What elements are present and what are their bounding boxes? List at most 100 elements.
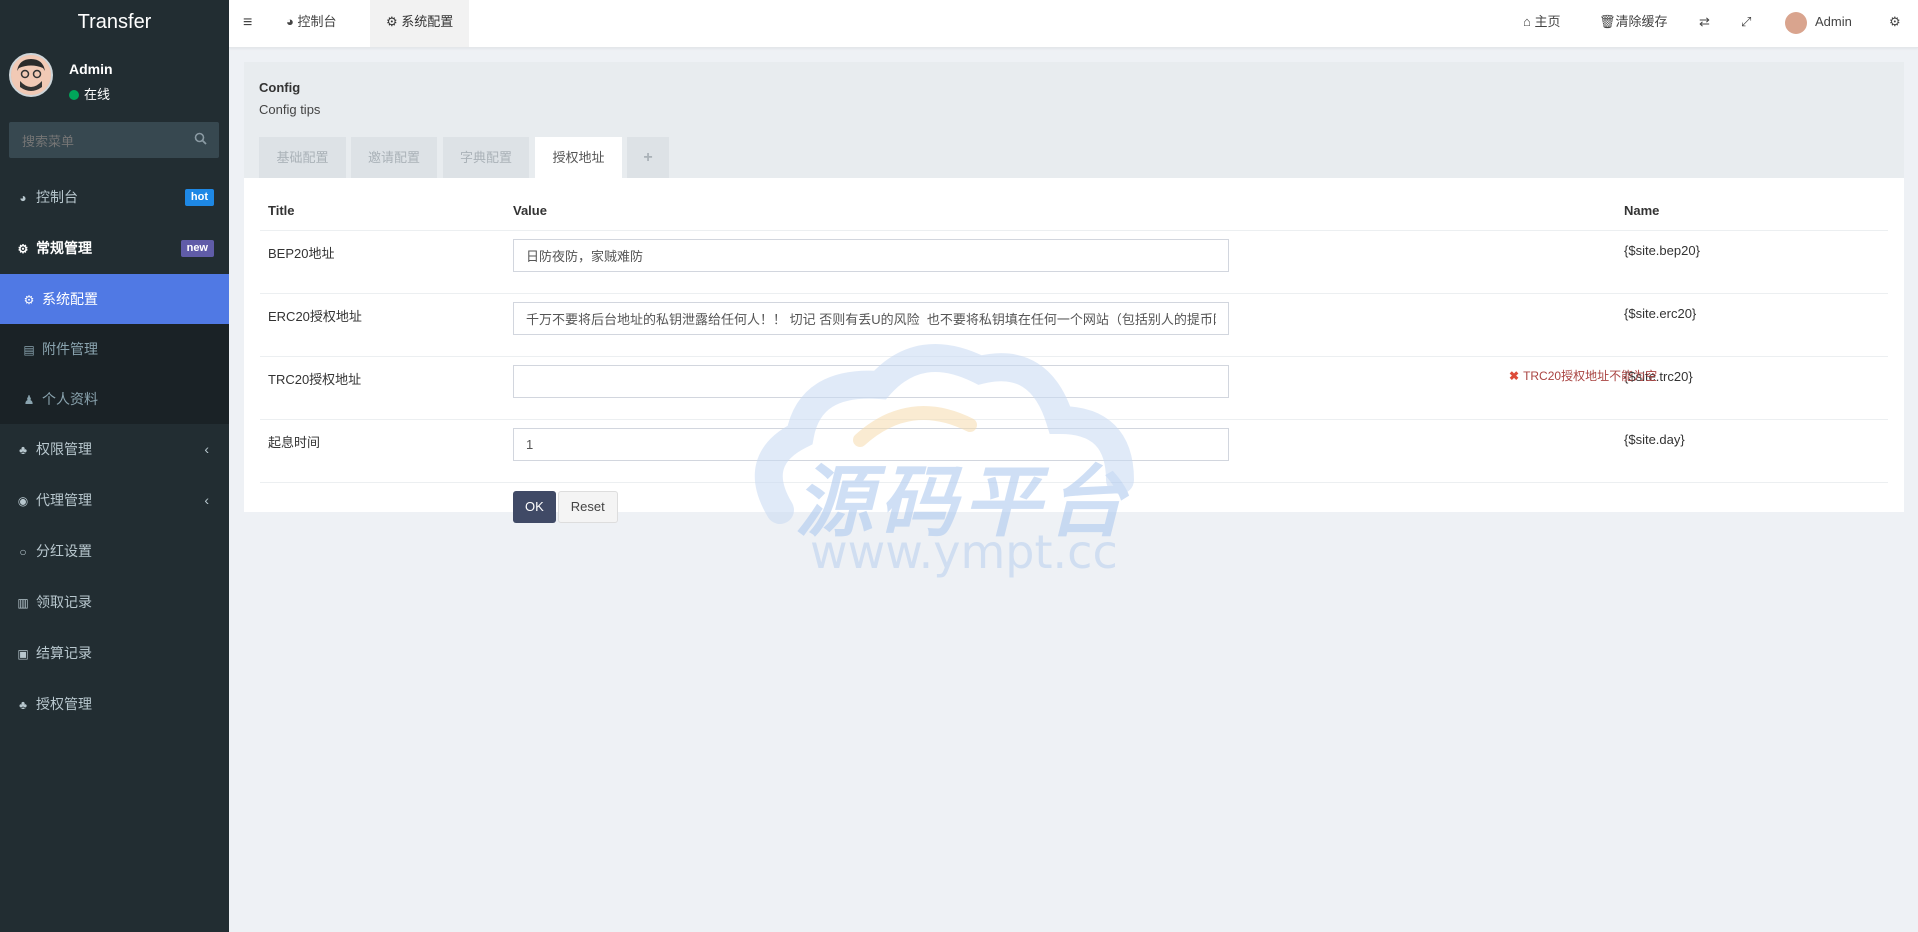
- tab-basic-config[interactable]: 基础配置: [259, 137, 346, 178]
- trc20-address-input[interactable]: [513, 365, 1229, 398]
- config-panel: Config Config tips 基础配置 邀请配置 字典配置 授权地址 +…: [244, 62, 1904, 523]
- brand-logo[interactable]: Transfer: [0, 0, 229, 44]
- column-header-name: Name: [1616, 190, 1888, 231]
- bar-chart-icon: ▥: [17, 596, 29, 610]
- home-label: 主页: [1534, 14, 1561, 29]
- reset-button[interactable]: Reset: [557, 491, 618, 523]
- table-row: ERC20授权地址 {$site.erc20}: [260, 293, 1888, 357]
- row-value-cell: [505, 293, 1616, 357]
- circle-icon: ○: [19, 545, 27, 559]
- tab-system-config[interactable]: ⚙ 系统配置: [370, 0, 470, 47]
- row-title: 起息时间: [260, 419, 505, 483]
- column-header-title: Title: [260, 190, 505, 231]
- tab-label: 系统配置: [401, 14, 454, 29]
- column-header-value: Value: [505, 190, 1616, 231]
- home-link[interactable]: ⌂ 主页: [1523, 0, 1560, 47]
- panel-tips: Config tips: [259, 102, 321, 117]
- user-icon: ♟: [23, 393, 35, 407]
- home-icon: ⌂: [1523, 14, 1535, 29]
- translate-icon[interactable]: ⇄: [1699, 0, 1710, 47]
- row-name: {$site.erc20}: [1616, 293, 1888, 357]
- group-icon: ♣: [19, 698, 27, 712]
- sidebar-item-label: 领取记录: [36, 594, 92, 610]
- avatar: [9, 53, 53, 97]
- sidebar-menu: ◕ 控制台 hot ⚙ 常规管理 new ⚙ 系统配置 ▤ 附件管理 ♟ 个人资料 ♣ 权限…: [0, 172, 229, 730]
- sidebar-item-authorization[interactable]: ♣ 授权管理: [0, 679, 229, 730]
- clear-cache-label: 清除缓存: [1615, 14, 1668, 29]
- tab-authorization-address[interactable]: 授权地址: [535, 137, 622, 178]
- sidebar-item-profile[interactable]: ♟ 个人资料: [0, 374, 229, 424]
- menu-search: [9, 122, 219, 160]
- sidebar-item-permissions[interactable]: ♣ 权限管理 ‹: [0, 424, 229, 475]
- sidebar-item-label: 代理管理: [36, 492, 92, 508]
- sidebar-submenu: ⚙ 系统配置 ▤ 附件管理 ♟ 个人资料: [0, 274, 229, 424]
- menu-toggle-icon[interactable]: ≡: [243, 14, 252, 32]
- bep20-address-input[interactable]: [513, 239, 1229, 272]
- sidebar-item-system-config[interactable]: ⚙ 系统配置: [0, 274, 229, 324]
- chevron-left-icon: ‹: [204, 492, 209, 508]
- sidebar-item-label: 系统配置: [42, 291, 98, 307]
- row-title: BEP20地址: [260, 230, 505, 294]
- fullscreen-icon[interactable]: ⤢: [1741, 0, 1751, 47]
- tab-dashboard[interactable]: ◕ 控制台: [270, 0, 352, 47]
- row-name: {$site.day}: [1616, 419, 1888, 483]
- hot-badge: hot: [184, 189, 214, 206]
- config-table: Title Value Name BEP20地址 {$site.bep20} E…: [260, 190, 1888, 541]
- row-name: {$site.trc20}: [1616, 356, 1888, 420]
- tab-invite-config[interactable]: 邀请配置: [351, 137, 437, 178]
- table-row: BEP20地址 {$site.bep20}: [260, 230, 1888, 294]
- sidebar-item-dashboard[interactable]: ◕ 控制台 hot: [0, 172, 229, 223]
- new-badge: new: [180, 240, 214, 257]
- row-title: TRC20授权地址: [260, 356, 505, 420]
- clear-cache-link[interactable]: 🗑清除缓存: [1599, 0, 1668, 47]
- tab-dictionary-config[interactable]: 字典配置: [443, 137, 529, 178]
- gear-icon: ⚙: [23, 293, 35, 307]
- sidebar-item-label: 授权管理: [36, 696, 92, 712]
- validation-error: ✖ TRC20授权地址不能为空: [1509, 367, 1657, 384]
- gear-icon: ⚙: [386, 14, 402, 29]
- user-panel: Admin 在线: [0, 44, 229, 122]
- tab-label: 控制台: [297, 14, 337, 29]
- sidebar: Transfer Admin 在线 ◕ 控制台 hot ⚙ 常规管理 new: [0, 0, 229, 932]
- sidebar-item-dividend[interactable]: ○ 分红设置: [0, 526, 229, 577]
- sidebar-item-label: 常规管理: [36, 240, 92, 256]
- button-row: OK Reset: [260, 483, 1888, 542]
- calculator-icon: ▣: [17, 647, 29, 661]
- sidebar-item-general[interactable]: ⚙ 常规管理 new: [0, 223, 229, 274]
- user-status-label: 在线: [84, 87, 111, 102]
- user-menu[interactable]: Admin: [1785, 0, 1852, 47]
- row-title: ERC20授权地址: [260, 293, 505, 357]
- error-text: TRC20授权地址不能为空: [1523, 369, 1658, 383]
- add-tab-button[interactable]: +: [627, 137, 669, 178]
- sidebar-item-settlement[interactable]: ▣ 结算记录: [0, 628, 229, 679]
- user-circle-icon: ◉: [17, 494, 29, 508]
- sidebar-item-label: 控制台: [36, 189, 78, 205]
- ok-button[interactable]: OK: [513, 491, 556, 523]
- row-value-cell: [505, 419, 1616, 483]
- user-name: Admin: [69, 61, 113, 77]
- sidebar-item-agents[interactable]: ◉ 代理管理 ‹: [0, 475, 229, 526]
- search-icon[interactable]: [194, 132, 207, 148]
- file-image-icon: ▤: [23, 343, 35, 357]
- row-value-cell: [505, 230, 1616, 294]
- form-buttons: OK Reset: [505, 483, 1616, 542]
- search-input[interactable]: [9, 122, 194, 160]
- sidebar-item-claims[interactable]: ▥ 领取记录: [0, 577, 229, 628]
- table-header-row: Title Value Name: [260, 190, 1888, 231]
- sidebar-item-label: 分红设置: [36, 543, 92, 559]
- topbar: ≡ ◕ 控制台 ⚙ 系统配置 ⌂ 主页 🗑清除缓存 ⇄ ⤢ Admin ⚙: [229, 0, 1918, 48]
- row-name: {$site.bep20}: [1616, 230, 1888, 294]
- interest-start-input[interactable]: [513, 428, 1229, 461]
- trash-icon: 🗑: [1599, 14, 1616, 29]
- online-dot-icon: [69, 90, 79, 100]
- error-x-icon: ✖: [1509, 369, 1520, 383]
- sidebar-item-attachments[interactable]: ▤ 附件管理: [0, 324, 229, 374]
- sidebar-item-label: 附件管理: [42, 341, 98, 357]
- cogs-icon: ⚙: [17, 242, 29, 256]
- row-value-cell: ✖ TRC20授权地址不能为空: [505, 356, 1657, 420]
- panel-title: Config: [259, 80, 301, 95]
- erc20-address-input[interactable]: [513, 302, 1229, 335]
- settings-cogs-icon[interactable]: ⚙: [1889, 0, 1901, 47]
- chevron-left-icon: ‹: [204, 441, 209, 457]
- sidebar-item-label: 权限管理: [36, 441, 92, 457]
